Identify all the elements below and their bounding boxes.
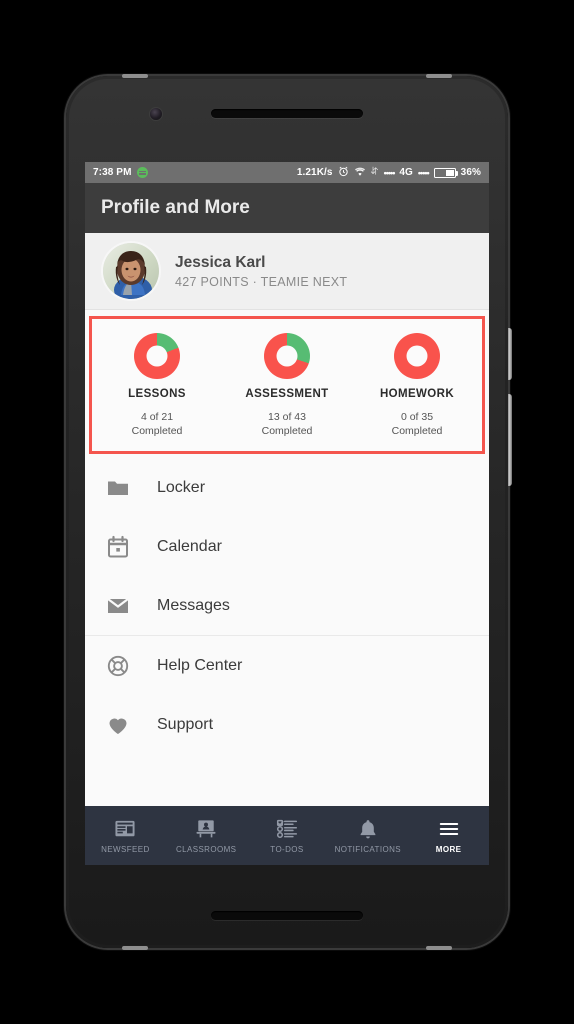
android-robot-icon (136, 167, 148, 178)
menu-item-label: Messages (157, 596, 230, 614)
donut-hole (146, 345, 168, 367)
frame-antenna-nub (122, 74, 148, 78)
menu-item-support[interactable]: Support (85, 695, 489, 754)
page-title: Profile and More (101, 197, 250, 218)
menu-item-label: Support (157, 715, 214, 733)
status-net-speed: 1.21K/s (296, 167, 333, 178)
progress-label: HOMEWORK (379, 388, 455, 400)
profile-header[interactable]: Jessica Karl 427 POINTS · TEAMIE NEXT (85, 233, 489, 310)
nav-tab-to-dos[interactable]: TO-DOS (247, 818, 328, 854)
progress-count: 13 of 43 Completed (261, 411, 313, 437)
frame-antenna-nub (122, 946, 148, 950)
status-bar: 7:38 PM 1.21K/s ••••• 4G ••••• 36% (85, 162, 489, 183)
nav-tab-label: NEWSFEED (101, 844, 150, 854)
progress-summary-card: LESSONS 4 of 21 Completed ASSESSMENT 13 of 4… (89, 316, 485, 455)
phone-device: 7:38 PM 1.21K/s ••••• 4G ••••• 36% Profi… (66, 74, 512, 950)
bell-icon (327, 818, 408, 840)
menu-item-help-center[interactable]: Help Center (85, 636, 489, 695)
front-camera-icon (150, 108, 162, 120)
progress-item-assessment[interactable]: ASSESSMENT 13 of 43 Completed (222, 333, 352, 438)
progress-item-lessons[interactable]: LESSONS 4 of 21 Completed (92, 333, 222, 438)
phone-screen: 7:38 PM 1.21K/s ••••• 4G ••••• 36% Profi… (85, 162, 489, 865)
nav-tab-more[interactable]: MORE (408, 818, 489, 854)
menu-group-secondary: Help Center Support (85, 636, 489, 754)
profile-name: Jessica Karl (175, 253, 266, 271)
menu-item-label: Locker (157, 478, 206, 496)
frame-antenna-nub (426, 74, 452, 78)
nav-tab-notifications[interactable]: NOTIFICATIONS (327, 818, 408, 854)
sim1-signal: ••••• (383, 167, 396, 178)
avatar[interactable] (103, 243, 159, 299)
hamburger-menu-icon (408, 818, 489, 840)
profile-text: Jessica Karl 427 POINTS · TEAMIE NEXT (175, 253, 347, 290)
frame-antenna-nub (426, 946, 452, 950)
checklist-icon (247, 818, 328, 840)
app-bar: Profile and More (85, 183, 489, 233)
donut-chart-lessons (134, 333, 180, 379)
user-avatar-photo (103, 243, 159, 299)
sim2-signal: ••••• (417, 167, 430, 178)
nav-tab-classrooms[interactable]: CLASSROOMS (166, 818, 247, 854)
nav-tab-label: NOTIFICATIONS (334, 844, 401, 854)
nav-tab-label: TO-DOS (270, 844, 304, 854)
wifi-icon (354, 166, 366, 180)
earpiece-speaker (211, 109, 363, 118)
profile-meta: 427 POINTS · TEAMIE NEXT (175, 275, 348, 290)
menu-group-primary: Locker Calendar Messages (85, 458, 489, 635)
menu-item-calendar[interactable]: Calendar (85, 517, 489, 576)
menu-item-locker[interactable]: Locker (85, 458, 489, 517)
newsfeed-icon (85, 818, 166, 840)
menu-list: Locker Calendar Messages Help Center Suppor… (85, 458, 489, 755)
lifebuoy-icon (103, 651, 133, 681)
status-time: 7:38 PM (93, 167, 132, 178)
envelope-icon (103, 591, 133, 621)
network-type: 4G (399, 167, 413, 178)
bottom-speaker-grill (211, 911, 363, 920)
battery-percent: 36% (460, 167, 481, 178)
bottom-navigation-bar: NEWSFEED CLASSROOMS TO-DOS NOTIFICATIONS MOR… (85, 806, 489, 865)
progress-count: 0 of 35 Completed (391, 411, 443, 437)
progress-label: LESSONS (128, 388, 186, 400)
menu-item-messages[interactable]: Messages (85, 576, 489, 635)
donut-chart-assessment (264, 333, 310, 379)
nav-tab-label: MORE (435, 844, 462, 854)
donut-hole (276, 345, 298, 367)
folder-icon (103, 473, 133, 503)
data-transfer-icon (370, 166, 379, 180)
progress-item-homework[interactable]: HOMEWORK 0 of 35 Completed (352, 333, 482, 438)
donut-chart-homework (394, 333, 440, 379)
menu-item-label: Calendar (157, 537, 222, 555)
heart-icon (103, 710, 133, 740)
battery-icon (433, 167, 459, 178)
menu-item-label: Help Center (157, 656, 243, 674)
donut-hole (406, 345, 428, 367)
calendar-icon (103, 532, 133, 562)
power-button[interactable] (508, 328, 512, 380)
alarm-clock-icon (338, 166, 349, 180)
volume-button[interactable] (508, 394, 512, 486)
nav-tab-newsfeed[interactable]: NEWSFEED (85, 818, 166, 854)
nav-tab-label: CLASSROOMS (175, 844, 237, 854)
battery-fill (446, 169, 454, 176)
classroom-icon (166, 818, 247, 840)
progress-count: 4 of 21 Completed (131, 411, 183, 437)
progress-label: ASSESSMENT (245, 388, 329, 400)
